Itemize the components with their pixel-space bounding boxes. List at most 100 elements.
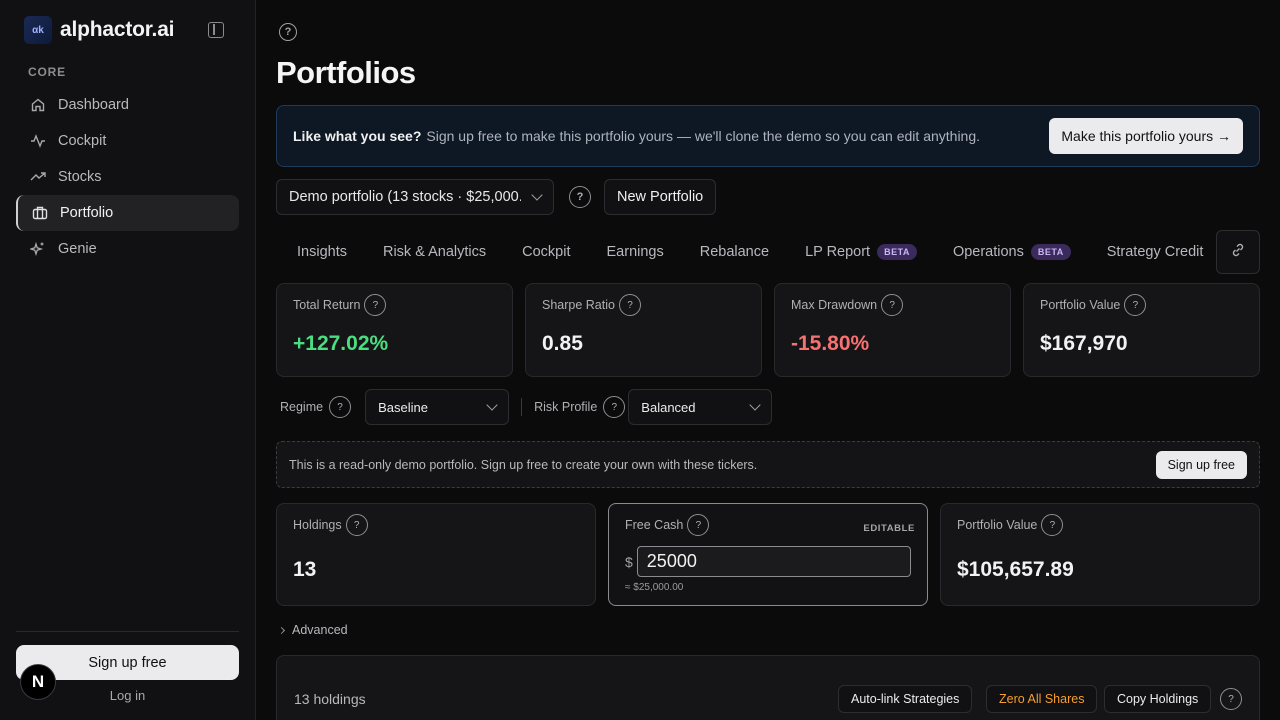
tab-label: Earnings: [606, 244, 664, 260]
sidebar-item-dashboard[interactable]: Dashboard: [16, 87, 239, 123]
portfolio-select[interactable]: Demo portfolio (13 stocks · $25,000.: [276, 179, 554, 215]
currency-symbol: $: [625, 553, 633, 570]
notice-signup-button[interactable]: Sign up free: [1155, 451, 1247, 479]
portfolio-help-icon[interactable]: ?: [569, 186, 591, 208]
metric-card-max-drawdown: Max Drawdown? -15.80%: [774, 283, 1011, 377]
tab-label: Strategy Credit: [1106, 244, 1204, 260]
metric-card-sharpe-ratio: Sharpe Ratio? 0.85: [525, 283, 762, 377]
tab-operations[interactable]: Operations BETA: [953, 244, 1071, 260]
help-icon[interactable]: ?: [345, 514, 368, 536]
tab-insights[interactable]: Insights: [297, 244, 347, 260]
trending-up-icon: [30, 169, 46, 185]
chevron-down-icon: [531, 189, 543, 201]
tab-rebalance[interactable]: Rebalance: [700, 244, 769, 260]
risk-profile-select-value: Balanced: [641, 399, 696, 415]
risk-profile-select[interactable]: Balanced: [628, 389, 773, 425]
tab-label: Operations: [952, 244, 1024, 260]
help-icon[interactable]: ?: [603, 396, 626, 418]
holdings-value: 13: [293, 558, 317, 581]
banner-text: Sign up free to make this portfolio your…: [426, 128, 981, 144]
metric-label: Max Drawdown: [791, 298, 878, 312]
help-icon[interactable]: ?: [881, 294, 904, 316]
brand[interactable]: αk alphactor.ai: [24, 16, 175, 44]
chevron-right-icon: [277, 626, 286, 634]
help-icon[interactable]: ?: [1124, 294, 1147, 316]
free-cash-input[interactable]: 25000: [636, 546, 911, 577]
advanced-toggle[interactable]: Advanced: [277, 623, 348, 637]
help-icon[interactable]: ?: [618, 294, 641, 316]
tab-risk-analytics[interactable]: Risk & Analytics: [383, 244, 486, 260]
metric-value: $167,970: [1040, 332, 1128, 355]
tab-earnings[interactable]: Earnings: [607, 244, 664, 260]
sidebar-collapse-icon[interactable]: [208, 22, 224, 38]
page-title: Portfolios: [276, 55, 416, 90]
free-cash-card: Free Cash? EDITABLE $ 25000 ≈ $25,000.00: [608, 503, 928, 606]
help-icon[interactable]: ?: [364, 294, 387, 316]
regime-controls: Regime ? Baseline Risk Profile ? Balance…: [280, 389, 773, 425]
holdings-card: Holdings? 13: [276, 503, 596, 606]
sidebar: αk alphactor.ai CORE Dashboard Cockpit S…: [0, 0, 256, 720]
regime-select[interactable]: Baseline: [365, 389, 510, 425]
sidebar-item-genie[interactable]: Genie: [16, 231, 239, 267]
tab-label: Insights: [297, 244, 347, 260]
help-icon[interactable]: ?: [329, 396, 352, 418]
chevron-down-icon: [749, 399, 761, 411]
sparkles-icon: [30, 241, 46, 257]
next-badge-icon[interactable]: N: [20, 664, 56, 700]
beta-badge: BETA: [877, 244, 917, 260]
tab-strategy-credit[interactable]: Strategy Credit: [1107, 244, 1204, 260]
free-cash-formatted: ≈ $25,000.00: [625, 582, 684, 593]
portfolio-tabs: Insights Risk & Analytics Cockpit Earnin…: [276, 230, 1212, 274]
tab-lp-report[interactable]: LP Report BETA: [805, 244, 917, 260]
share-link-button[interactable]: [1216, 230, 1260, 274]
metric-value: +127.02%: [293, 332, 389, 355]
editable-tag: EDITABLE: [863, 523, 915, 534]
make-portfolio-yours-button[interactable]: Make this portfolio yours →: [1049, 118, 1243, 154]
tab-label: Cockpit: [522, 244, 571, 260]
nav-section-label: CORE: [28, 65, 66, 79]
sidebar-item-label: Genie: [58, 241, 97, 257]
chevron-down-icon: [486, 399, 498, 411]
tab-cockpit[interactable]: Cockpit: [522, 244, 570, 260]
zero-all-shares-button[interactable]: Zero All Shares: [986, 685, 1098, 713]
regime-label: Regime: [280, 400, 324, 414]
tab-label: Risk & Analytics: [382, 244, 487, 260]
sidebar-item-cockpit[interactable]: Cockpit: [16, 123, 239, 159]
brand-logo: αk: [24, 16, 52, 44]
help-icon[interactable]: ?: [687, 514, 710, 536]
notice-text: This is a read-only demo portfolio. Sign…: [289, 457, 758, 472]
help-icon[interactable]: ?: [1220, 688, 1242, 710]
portfolio-value-value: $105,657.89: [957, 558, 1074, 581]
briefcase-icon: [32, 205, 48, 221]
read-only-notice: This is a read-only demo portfolio. Sign…: [276, 441, 1260, 488]
advanced-label: Advanced: [292, 623, 348, 637]
free-cash-label: Free Cash: [625, 518, 684, 532]
sidebar-item-portfolio[interactable]: Portfolio: [16, 195, 239, 231]
portfolio-value-card: Portfolio Value? $105,657.89: [940, 503, 1260, 606]
copy-holdings-button[interactable]: Copy Holdings: [1104, 685, 1212, 713]
activity-icon: [30, 133, 46, 149]
metric-label: Sharpe Ratio: [542, 298, 615, 312]
metric-card-total-return: Total Return? +127.02%: [276, 283, 513, 377]
new-portfolio-button[interactable]: New Portfolio: [604, 179, 717, 215]
signup-banner: Like what you see? Sign up free to make …: [276, 105, 1260, 167]
tab-label: Rebalance: [699, 244, 770, 260]
sidebar-item-label: Dashboard: [58, 97, 129, 113]
metric-value: -15.80%: [791, 332, 870, 355]
sidebar-divider: [16, 631, 239, 632]
help-icon[interactable]: ?: [279, 23, 297, 41]
beta-badge: BETA: [1030, 244, 1071, 260]
help-icon[interactable]: ?: [1041, 514, 1064, 536]
risk-profile-label: Risk Profile: [534, 400, 598, 414]
metric-value: 0.85: [542, 332, 583, 355]
regime-select-value: Baseline: [378, 399, 428, 415]
sidebar-item-stocks[interactable]: Stocks: [16, 159, 239, 195]
brand-name: alphactor.ai: [60, 18, 175, 41]
auto-link-strategies-button[interactable]: Auto-link Strategies: [838, 685, 973, 713]
sidebar-item-label: Cockpit: [58, 133, 107, 149]
metric-label: Total Return: [293, 298, 361, 312]
home-icon: [30, 97, 46, 113]
sidebar-item-label: Portfolio: [60, 205, 114, 221]
link-icon: [1230, 242, 1246, 263]
tab-label: LP Report: [805, 244, 871, 260]
